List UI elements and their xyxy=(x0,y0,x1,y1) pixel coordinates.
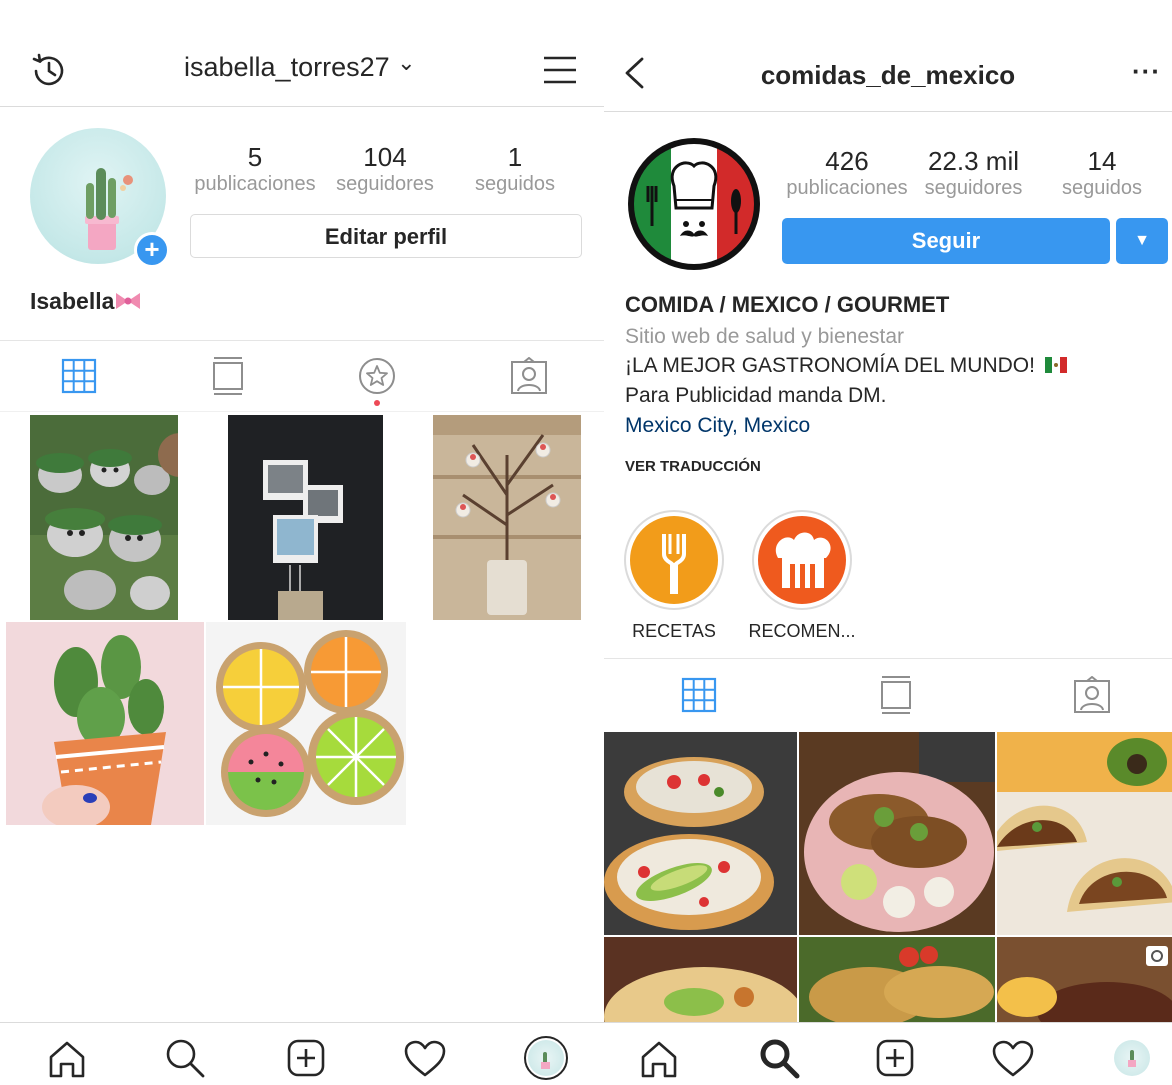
stone-figures-image xyxy=(30,415,178,620)
highlight-label: RECETAS xyxy=(632,621,716,641)
stat-posts[interactable]: 426 publicaciones xyxy=(782,146,912,200)
chevron-down-icon: ⌄ xyxy=(397,50,416,75)
mexico-flag-emoji xyxy=(1044,357,1067,373)
stat-posts[interactable]: 5 publicaciones xyxy=(190,142,320,196)
history-icon[interactable] xyxy=(28,50,70,92)
profile-username-title: comidas_de_mexico xyxy=(760,60,1016,90)
post-thumbnail[interactable] xyxy=(206,622,406,825)
other-profile-screen: comidas_de_mexico ··· 426 publicaciones … xyxy=(604,0,1172,1085)
bio-line: ¡LA MEJOR GASTRONOMÍA DEL MUNDO! xyxy=(625,354,1067,378)
username-label: isabella_torres27 xyxy=(184,52,390,82)
post-thumbnail[interactable] xyxy=(30,415,178,620)
heart-icon[interactable] xyxy=(992,1040,1034,1078)
new-post-icon[interactable] xyxy=(287,1039,325,1077)
stat-value: 22.3 mil xyxy=(927,146,1020,176)
stat-value: 5 xyxy=(247,142,263,172)
highlight-recomendaciones[interactable] xyxy=(752,510,852,610)
stat-followers[interactable]: 22.3 mil seguidores xyxy=(916,146,1031,200)
chef-hat-cutlery-icon xyxy=(758,516,846,604)
avatar[interactable] xyxy=(626,136,762,272)
tagged-person-icon[interactable] xyxy=(510,357,548,395)
search-icon[interactable] xyxy=(164,1037,206,1079)
feed-view-icon[interactable] xyxy=(880,675,912,715)
post-thumbnail[interactable] xyxy=(228,415,383,620)
stat-value: 1 xyxy=(507,142,523,172)
grid-view-icon[interactable] xyxy=(681,677,717,713)
stat-label: seguidos xyxy=(1061,177,1143,199)
stat-following[interactable]: 14 seguidos xyxy=(1052,146,1152,200)
fruit-coasters-image xyxy=(206,622,406,825)
bottom-navigation xyxy=(0,1022,604,1085)
heart-icon[interactable] xyxy=(404,1040,446,1078)
bottom-navigation xyxy=(604,1022,1172,1085)
street-tacos-image xyxy=(997,732,1172,935)
display-name-text: Isabella xyxy=(30,288,115,314)
see-translation-link[interactable]: VER TRADUCCIÓN xyxy=(625,458,761,475)
post-thumbnail[interactable] xyxy=(997,937,1172,1023)
display-name: Isabella xyxy=(30,288,142,315)
new-post-icon[interactable] xyxy=(876,1039,914,1077)
saved-star-icon[interactable] xyxy=(358,357,396,395)
suggested-dropdown-button[interactable]: ▼ xyxy=(1116,218,1168,264)
post-thumbnail[interactable] xyxy=(6,622,204,825)
follow-button[interactable]: Seguir xyxy=(782,218,1110,264)
avatar-mini-pot xyxy=(1128,1060,1136,1067)
grid-view-icon[interactable] xyxy=(61,358,97,394)
pink-bow-emoji xyxy=(116,293,141,309)
home-icon[interactable] xyxy=(639,1039,679,1079)
profile-tab-avatar[interactable] xyxy=(524,1036,568,1080)
feed-view-icon[interactable] xyxy=(212,356,244,396)
own-profile-screen: isabella_torres27 ⌄ + 5 publicaciones 10… xyxy=(0,0,604,1085)
post-thumbnail[interactable] xyxy=(997,732,1172,935)
location-link[interactable]: Mexico City, Mexico xyxy=(625,414,810,438)
post-thumbnail[interactable] xyxy=(604,937,797,1023)
more-options-icon[interactable]: ··· xyxy=(1132,56,1161,87)
notification-dot xyxy=(374,400,380,406)
tagged-person-icon[interactable] xyxy=(1073,676,1111,714)
bulb-vases-image xyxy=(433,415,581,620)
search-icon[interactable] xyxy=(758,1037,800,1079)
stat-label: seguidores xyxy=(336,173,434,195)
profile-category: Sitio web de salud y bienestar xyxy=(625,325,904,348)
stat-label: publicaciones xyxy=(786,177,908,199)
gorditas-image xyxy=(799,937,995,1023)
home-icon[interactable] xyxy=(47,1039,87,1079)
bio-text: ¡LA MEJOR GASTRONOMÍA DEL MUNDO! xyxy=(625,354,1035,377)
stat-followers[interactable]: 104 seguidores xyxy=(325,142,445,196)
username-switcher[interactable]: isabella_torres27 ⌄ xyxy=(184,50,416,83)
highlight-label: RECOMEN... xyxy=(748,621,856,641)
stat-label: seguidos xyxy=(474,173,556,195)
highlight-recetas[interactable] xyxy=(624,510,724,610)
carousel-icon xyxy=(1146,946,1168,966)
photo-holder-image xyxy=(228,415,383,620)
post-thumbnail[interactable] xyxy=(799,732,995,935)
post-thumbnail[interactable] xyxy=(433,415,581,620)
profile-tab-avatar[interactable] xyxy=(1114,1040,1150,1076)
cactus-pot-image xyxy=(6,622,204,825)
stat-value: 426 xyxy=(825,146,869,176)
stat-value: 14 xyxy=(1087,146,1117,176)
hamburger-menu-icon[interactable] xyxy=(542,54,578,86)
stat-label: seguidores xyxy=(924,177,1023,199)
edit-profile-button[interactable]: Editar perfil xyxy=(190,214,582,258)
stat-label: publicaciones xyxy=(194,173,316,195)
add-story-button[interactable]: + xyxy=(134,232,170,268)
post-thumbnail[interactable] xyxy=(604,732,797,935)
post-thumbnail[interactable] xyxy=(799,937,995,1023)
taco-avocado-image xyxy=(604,937,797,1023)
tostadas-image xyxy=(604,732,797,935)
stat-value: 104 xyxy=(363,142,407,172)
profile-header: isabella_torres27 ⌄ xyxy=(0,0,604,107)
tacos-plate-image xyxy=(799,732,995,935)
stat-following[interactable]: 1 seguidos xyxy=(465,142,565,196)
profile-tabs xyxy=(604,658,1172,730)
avatar-mini-icon xyxy=(528,1040,564,1076)
bio-line: Para Publicidad manda DM. xyxy=(625,384,887,407)
profile-bio-name: COMIDA / MEXICO / GOURMET xyxy=(625,292,950,317)
profile-tabs xyxy=(0,340,604,412)
fork-icon xyxy=(630,516,718,604)
profile-header: comidas_de_mexico ··· xyxy=(604,0,1172,112)
